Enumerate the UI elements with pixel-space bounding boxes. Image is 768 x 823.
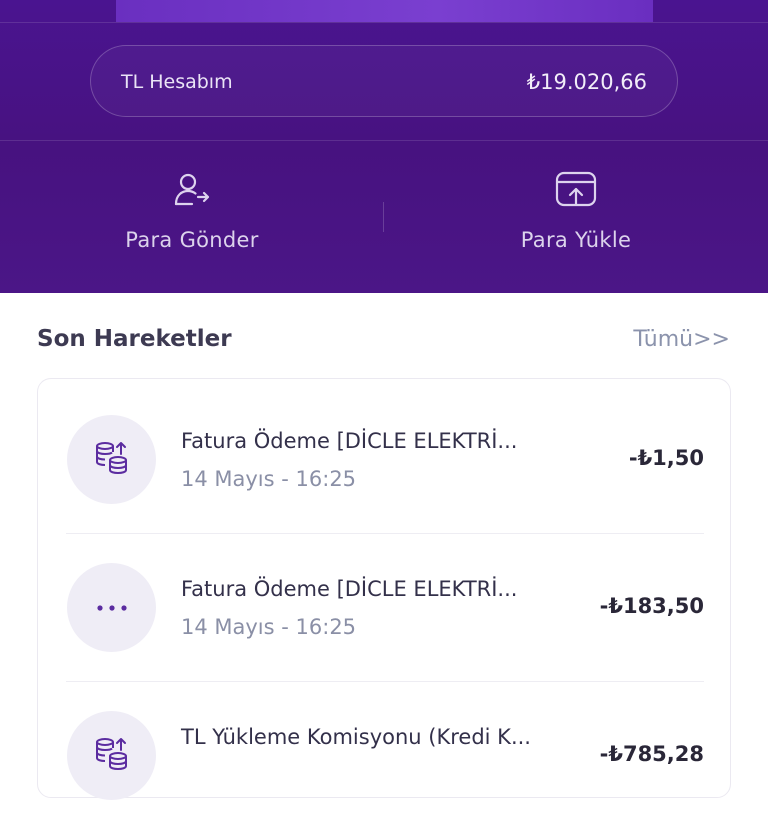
send-money-button[interactable]: Para Gönder <box>0 170 384 270</box>
transaction-avatar <box>67 711 156 800</box>
account-selector[interactable]: TL Hesabım ₺19.020,66 <box>90 45 678 117</box>
transaction-amount: -₺183,50 <box>599 594 704 618</box>
transaction-date: 14 Mayıs - 16:25 <box>181 467 357 491</box>
transaction-row[interactable]: Fatura Ödeme [DİCLE ELEKTRİ... 14 Mayıs … <box>38 527 732 675</box>
transaction-date: 14 Mayıs - 16:25 <box>181 615 357 639</box>
load-money-button[interactable]: Para Yükle <box>384 170 768 270</box>
load-money-icon <box>384 170 768 214</box>
section-title: Son Hareketler <box>37 326 232 352</box>
account-balance: ₺19.020,66 <box>526 70 647 94</box>
transaction-amount: -₺1,50 <box>628 446 704 470</box>
coins-upload-icon <box>92 438 132 482</box>
more-dots-icon <box>94 598 130 617</box>
card-preview[interactable] <box>116 0 653 22</box>
send-money-label: Para Gönder <box>125 228 259 252</box>
see-all-link[interactable]: Tümü>> <box>633 327 730 352</box>
send-money-icon <box>0 170 384 214</box>
transaction-row[interactable]: Fatura Ödeme [DİCLE ELEKTRİ... 14 Mayıs … <box>38 379 732 527</box>
transaction-title: Fatura Ödeme [DİCLE ELEKTRİ... <box>181 429 518 453</box>
transaction-title: Fatura Ödeme [DİCLE ELEKTRİ... <box>181 577 518 601</box>
transactions-list: Fatura Ödeme [DİCLE ELEKTRİ... 14 Mayıs … <box>37 378 732 800</box>
account-label: TL Hesabım <box>121 71 233 93</box>
transaction-row[interactable]: TL Yükleme Komisyonu (Kredi K... -₺785,2… <box>38 675 732 823</box>
coins-upload-icon <box>92 734 132 778</box>
transaction-title: TL Yükleme Komisyonu (Kredi K... <box>181 725 531 749</box>
header-panel: TL Hesabım ₺19.020,66 Para Gönder Para Y… <box>0 0 768 293</box>
transaction-amount: -₺785,28 <box>599 742 704 766</box>
divider <box>0 22 768 23</box>
divider <box>0 140 768 141</box>
load-money-label: Para Yükle <box>520 228 632 252</box>
transaction-avatar <box>67 415 156 504</box>
transaction-avatar <box>67 563 156 652</box>
